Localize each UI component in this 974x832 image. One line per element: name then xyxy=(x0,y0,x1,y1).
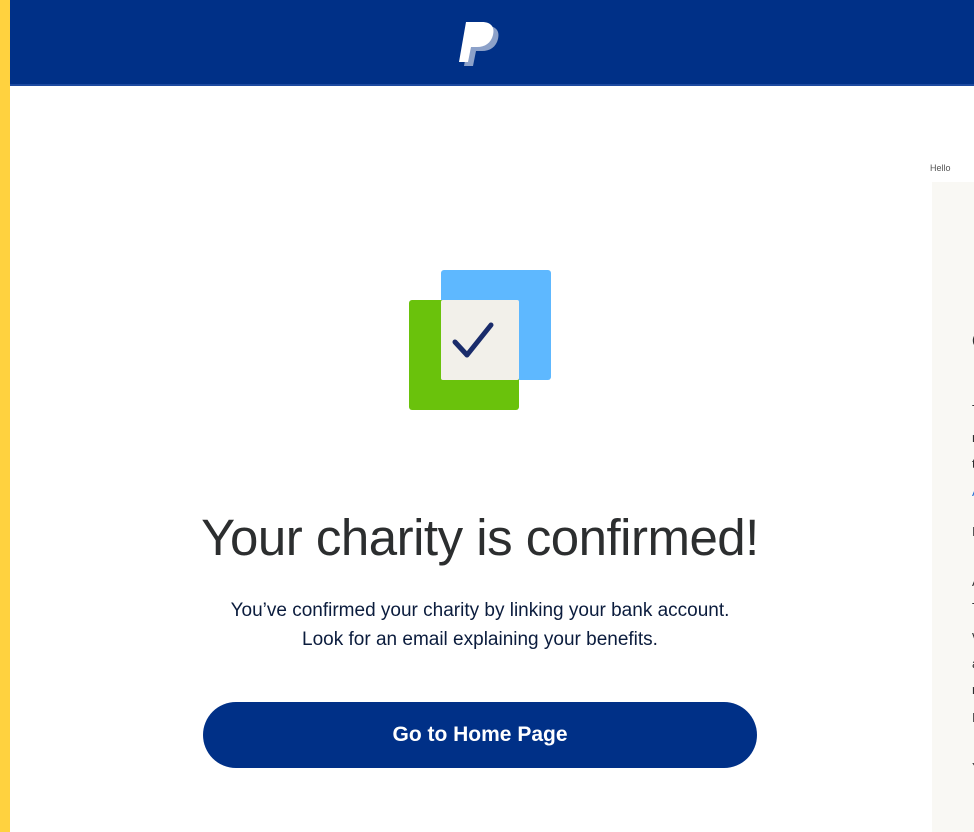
confirmation-message: You’ve confirmed your charity by linking… xyxy=(10,596,950,654)
paypal-logo-icon[interactable] xyxy=(457,22,507,68)
top-bar xyxy=(10,0,974,86)
page-title: Your charity is confirmed! xyxy=(201,509,759,566)
message-line: You’ve confirmed your charity by linking… xyxy=(230,600,730,621)
greeting-text: Hello xyxy=(930,163,951,173)
message-line: Look for an email explaining your benefi… xyxy=(302,629,658,650)
page-frame: Hello ( T n t A I A T v a r I Y Your cha… xyxy=(10,0,974,832)
confirmed-checkbox-icon xyxy=(409,270,551,410)
email-preview-panel: ( T n t A I A T v a r I Y xyxy=(932,182,974,832)
go-to-home-page-button[interactable]: Go to Home Page xyxy=(203,702,757,768)
